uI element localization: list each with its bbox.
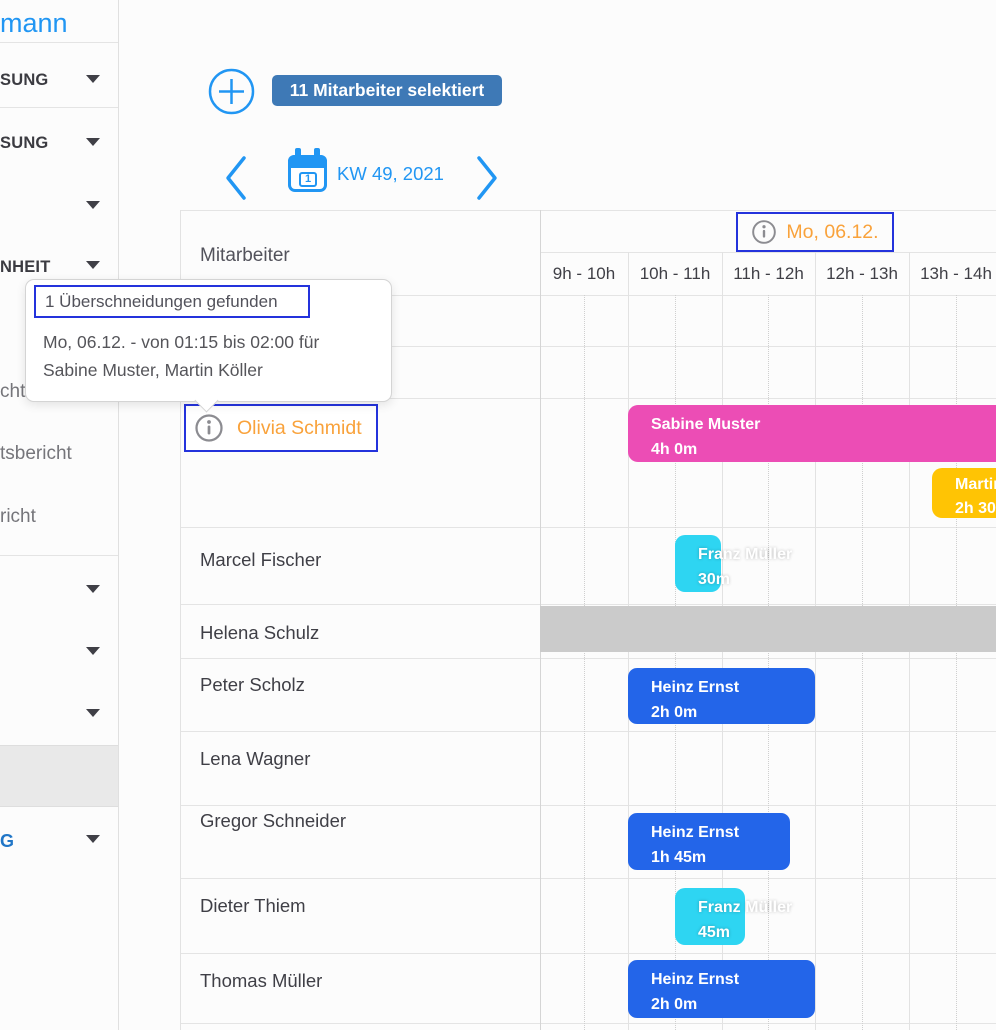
time-column-header: 11h - 12h: [722, 252, 815, 295]
caret-down-icon: [86, 201, 100, 209]
shift-bar[interactable]: Martin Köller 2h 30m: [932, 468, 996, 518]
week-label: KW 49, 2021: [337, 163, 444, 185]
shift-bar[interactable]: Sabine Muster 4h 0m: [628, 405, 996, 462]
caret-down-icon: [86, 585, 100, 593]
selected-count-badge[interactable]: 11 Mitarbeiter selektiert: [272, 75, 502, 106]
chevron-right-icon: [474, 155, 500, 201]
info-icon[interactable]: [751, 219, 777, 245]
time-column-header: 13h - 14h: [909, 252, 996, 295]
overlap-tooltip: 1 Überschneidungen gefunden Mo, 06.12. -…: [25, 279, 392, 402]
employee-name[interactable]: Lena Wagner: [200, 748, 310, 770]
day-header[interactable]: Mo, 06.12.: [736, 212, 894, 252]
plus-icon: [208, 68, 255, 115]
add-employee-button[interactable]: [208, 68, 255, 115]
next-week-button[interactable]: [474, 155, 500, 201]
shift-planner-screen: mann SUNG SUNG NHEIT cht tsbericht richt: [0, 0, 996, 1030]
employee-name[interactable]: Helena Schulz: [200, 622, 319, 644]
tooltip-title: 1 Überschneidungen gefunden: [34, 285, 310, 318]
caret-down-icon: [86, 138, 100, 146]
day-header-label: Mo, 06.12.: [786, 221, 878, 244]
employee-name: Olivia Schmidt: [237, 417, 362, 440]
caret-down-icon: [86, 835, 100, 843]
sidebar-divider: [0, 107, 118, 108]
sidebar-link-2[interactable]: tsbericht: [0, 443, 72, 465]
employee-name[interactable]: Dieter Thiem: [200, 895, 306, 917]
employee-row-flagged[interactable]: Olivia Schmidt: [184, 404, 378, 452]
sidebar-divider: [0, 555, 118, 556]
calendar-day-number: 1: [299, 172, 317, 187]
shift-bar[interactable]: Franz Müller 45m: [675, 888, 745, 945]
chevron-left-icon: [223, 155, 249, 201]
caret-down-icon: [86, 261, 100, 269]
sidebar-divider: [0, 42, 118, 43]
shift-bar[interactable]: Heinz Ernst 1h 45m: [628, 813, 790, 870]
employee-name[interactable]: Marcel Fischer: [200, 549, 321, 571]
shift-bar[interactable]: Franz Müller 30m: [675, 535, 721, 592]
shift-bar[interactable]: Heinz Ernst 2h 0m: [628, 668, 815, 724]
sidebar-link-1[interactable]: cht: [0, 381, 25, 403]
shift-bar[interactable]: Heinz Ernst 2h 0m: [628, 960, 815, 1018]
time-column-header: 9h - 10h: [540, 252, 628, 295]
time-column-header: 12h - 13h: [815, 252, 909, 295]
employee-name[interactable]: Thomas Müller: [200, 970, 322, 992]
sidebar-active-item-highlight[interactable]: [0, 745, 118, 807]
prev-week-button[interactable]: [223, 155, 249, 201]
employee-column-header: Mitarbeiter: [200, 245, 290, 267]
employee-name[interactable]: Peter Scholz: [200, 674, 305, 696]
employee-name[interactable]: Gregor Schneider: [200, 810, 346, 832]
caret-down-icon: [86, 709, 100, 717]
caret-down-icon: [86, 647, 100, 655]
calendar-button[interactable]: 1: [288, 148, 327, 192]
sidebar-link-3[interactable]: richt: [0, 506, 36, 528]
sidebar: mann SUNG SUNG NHEIT cht tsbericht richt: [0, 0, 119, 1030]
tooltip-detail: Mo, 06.12. - von 01:15 bis 02:00 für Sab…: [43, 328, 319, 384]
brand-fragment[interactable]: mann: [0, 8, 68, 39]
blocked-bar: [540, 606, 996, 652]
time-column-header: 10h - 11h: [628, 252, 722, 295]
caret-down-icon: [86, 75, 100, 83]
info-icon[interactable]: [194, 413, 224, 443]
